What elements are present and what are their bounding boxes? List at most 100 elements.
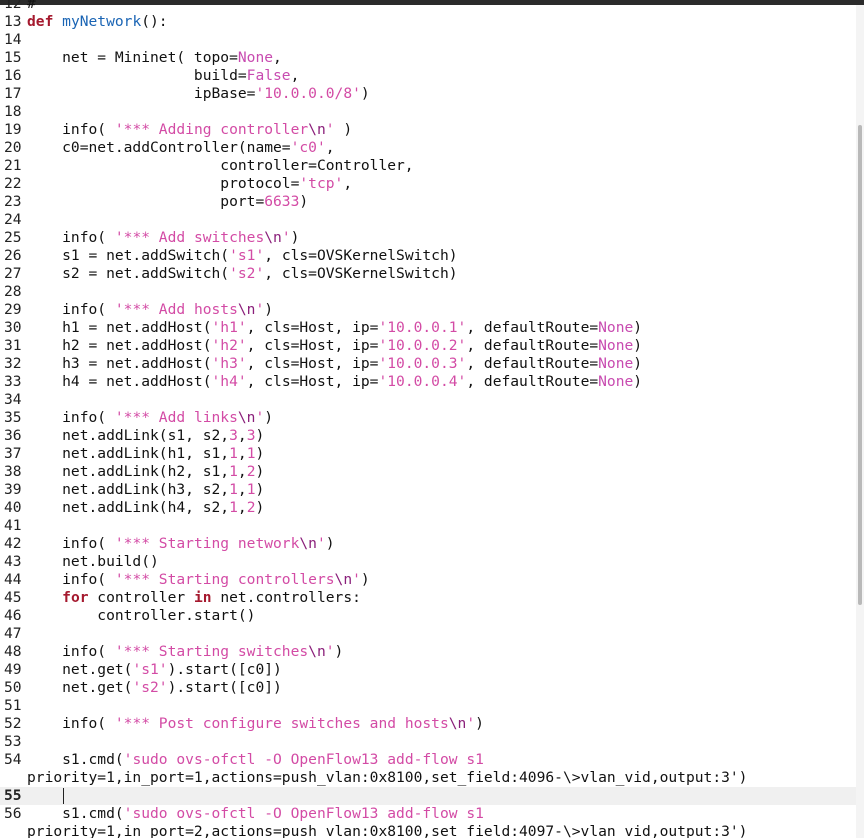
code-token: net.get( [27,679,133,696]
code-line[interactable]: priority=1,in_port=1,actions=push_vlan:0… [0,769,856,787]
code-token: , cls=Host, ip= [246,373,379,390]
code-text: h1 = net.addHost('h1', cls=Host, ip='10.… [27,319,642,337]
code-line[interactable]: 54 s1.cmd('sudo ovs-ofctl -O OpenFlow13 … [0,751,856,769]
code-line[interactable]: 42 info( '*** Starting network\n') [0,535,856,553]
code-token: net.addLink(h3, s2, [27,481,230,498]
code-token: , cls=Host, ip= [246,355,379,372]
code-token: \n [308,121,326,138]
code-token: ' [466,715,476,732]
code-line[interactable]: 23 port=6633) [0,193,856,211]
code-token: protocol= [27,175,300,192]
code-line[interactable]: 31 h2 = net.addHost('h2', cls=Host, ip='… [0,337,856,355]
code-line[interactable]: 20 c0=net.addController(name='c0', [0,139,856,157]
line-number: 22 [4,175,22,192]
code-token: info( [27,643,115,660]
code-line[interactable]: 44 info( '*** Starting controllers\n') [0,571,856,589]
code-token: ipBase= [27,85,256,102]
code-line[interactable]: 14 [0,31,856,49]
code-line[interactable]: 25 info( '*** Add switches\n') [0,229,856,247]
code-line[interactable]: 27 s2 = net.addSwitch('s2', cls=OVSKerne… [0,265,856,283]
code-editor[interactable]: 12 #13 def myNetwork(): 14 15 net = Mininet(… [0,0,856,838]
code-text: net.get('s1').start([c0]) [27,661,282,679]
code-line[interactable]: 15 net = Mininet( topo=None, [0,49,856,67]
line-number: 30 [4,319,22,336]
code-line[interactable]: 35 info( '*** Add links\n') [0,409,856,427]
code-text: priority=1,in_port=1,actions=push_vlan:0… [27,769,747,787]
code-line[interactable]: 22 protocol='tcp', [0,175,856,193]
line-number: 51 [4,697,22,714]
code-token: \n [299,535,317,552]
code-line[interactable]: 17 ipBase='10.0.0.0/8') [0,85,856,103]
code-line[interactable]: 52 info( '*** Post configure switches an… [0,715,856,733]
code-line[interactable]: 28 [0,283,856,301]
code-line[interactable]: 46 controller.start() [0,607,856,625]
code-line[interactable]: 24 [0,211,856,229]
code-token: net = Mininet( topo= [27,49,238,66]
code-line[interactable]: 13 def myNetwork(): [0,13,856,31]
code-token: , cls=OVSKernelSwitch) [264,247,458,264]
scrollbar-thumb[interactable] [858,125,862,605]
code-line[interactable]: 21 controller=Controller, [0,157,856,175]
code-line[interactable]: 38 net.addLink(h2, s1,1,2) [0,463,856,481]
code-line[interactable]: 12 # [0,0,856,13]
line-number: 13 [4,13,22,30]
code-token: net.addLink(h4, s2, [27,499,230,516]
code-line[interactable]: 32 h3 = net.addHost('h3', cls=Host, ip='… [0,355,856,373]
line-number: 53 [4,733,22,750]
code-token: 'h4' [211,373,247,390]
code-text: info( '*** Post configure switches and h… [27,715,484,733]
code-text: for controller in net.controllers: [27,589,361,607]
code-text: s1.cmd('sudo ovs-ofctl -O OpenFlow13 add… [27,805,484,823]
code-token: '*** Adding controller [114,121,309,138]
line-number: 50 [4,679,22,696]
code-token: info( [27,121,115,138]
code-line[interactable]: 51 [0,697,856,715]
code-line[interactable]: 49 net.get('s1').start([c0]) [0,661,856,679]
code-line[interactable]: 30 h1 = net.addHost('h1', cls=Host, ip='… [0,319,856,337]
code-line[interactable]: 40 net.addLink(h4, s2,1,2) [0,499,856,517]
code-line[interactable]: 16 build=False, [0,67,856,85]
code-token: s1.cmd( [27,751,124,768]
code-token: build= [27,67,247,84]
code-line[interactable]: 36 net.addLink(s1, s2,3,3) [0,427,856,445]
code-line[interactable]: 37 net.addLink(h1, s1,1,1) [0,445,856,463]
code-token: ) [633,319,643,336]
code-text: c0=net.addController(name='c0', [27,139,334,157]
code-line[interactable]: 33 h4 = net.addHost('h4', cls=Host, ip='… [0,373,856,391]
vertical-scrollbar[interactable] [856,5,864,838]
code-line[interactable]: 19 info( '*** Adding controller\n' ) [0,121,856,139]
code-token: ' [325,121,335,138]
code-line[interactable]: 45 for controller in net.controllers: [0,589,856,607]
code-text: net.addLink(s1, s2,3,3) [27,427,264,445]
code-line[interactable]: 41 [0,517,856,535]
code-line[interactable]: 48 info( '*** Starting switches\n') [0,643,856,661]
code-token: ) [334,121,353,138]
code-line[interactable]: priority=1,in_port=2,actions=push_vlan:0… [0,823,856,838]
code-token: None [598,337,634,354]
code-line[interactable]: 18 [0,103,856,121]
code-line[interactable]: 43 net.build() [0,553,856,571]
code-line[interactable]: 29 info( '*** Add hosts\n') [0,301,856,319]
code-token: 's2' [132,679,168,696]
code-line[interactable]: 50 net.get('s2').start([c0]) [0,679,856,697]
line-number: 34 [4,391,22,408]
code-token: h1 = net.addHost( [27,319,212,336]
code-token: , defaultRoute= [466,319,599,336]
code-line[interactable]: 34 [0,391,856,409]
code-token: ) [290,229,300,246]
line-number: 40 [4,499,22,516]
code-token: 's2' [229,265,265,282]
code-line[interactable]: 47 [0,625,856,643]
code-line[interactable]: 26 s1 = net.addSwitch('s1', cls=OVSKerne… [0,247,856,265]
code-line[interactable]: 39 net.addLink(h3, s2,1,1) [0,481,856,499]
code-line[interactable]: 56 s1.cmd('sudo ovs-ofctl -O OpenFlow13 … [0,805,856,823]
code-token: , [237,445,247,462]
code-line[interactable]: 55 [0,787,856,805]
code-token: , defaultRoute= [466,355,599,372]
code-text: protocol='tcp', [27,175,352,193]
code-token: ) [475,715,484,732]
line-number: 19 [4,121,22,138]
line-number: 16 [4,67,22,84]
line-number: 49 [4,661,22,678]
code-line[interactable]: 53 [0,733,856,751]
